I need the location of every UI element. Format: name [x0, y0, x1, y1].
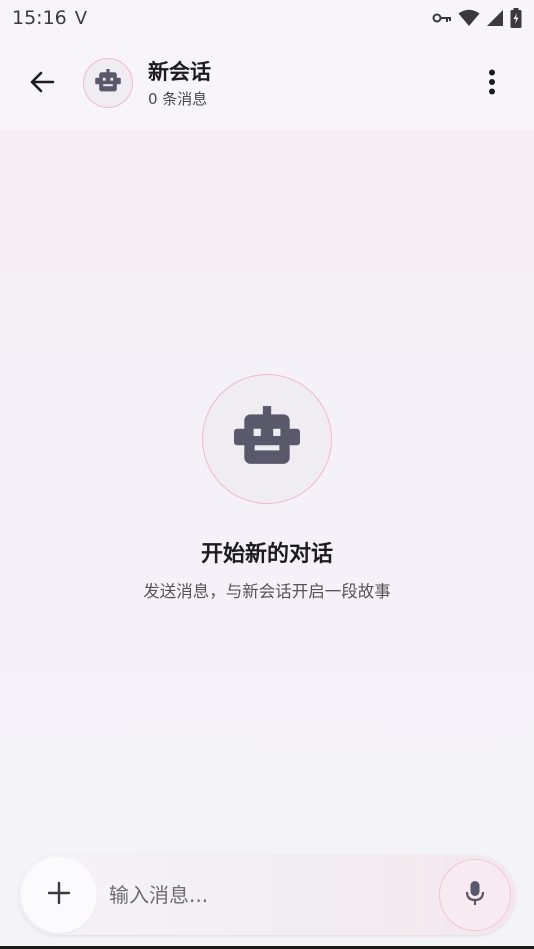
status-left: 15:16 V [12, 7, 87, 29]
battery-charging-icon [510, 8, 522, 28]
empty-state-subtitle: 发送消息，与新会话开启一段故事 [143, 582, 391, 601]
wifi-icon [458, 9, 480, 27]
status-bar: 15:16 V [0, 0, 534, 36]
message-input[interactable] [109, 875, 429, 915]
vpn-key-icon [432, 12, 452, 24]
empty-state-title: 开始新的对话 [200, 542, 333, 567]
plus-icon [47, 881, 71, 909]
avatar[interactable] [83, 58, 133, 108]
arrow-left-icon [29, 70, 55, 98]
back-button[interactable] [20, 64, 64, 104]
status-time: 15:16 [12, 7, 67, 29]
header-text: 新会话 0 条消息 [148, 58, 211, 109]
robot-icon [234, 406, 300, 472]
robot-icon [95, 69, 121, 97]
page-title: 新会话 [148, 60, 211, 84]
message-count: 0 条消息 [148, 90, 208, 108]
empty-state-avatar [202, 374, 332, 504]
app-header: 新会话 0 条消息 [0, 36, 534, 130]
chat-content: 开始新的对话 发送消息，与新会话开启一段故事 [0, 130, 534, 949]
status-icons [432, 8, 522, 28]
message-composer [19, 855, 515, 935]
microphone-icon [465, 880, 485, 910]
more-menu-button[interactable] [472, 64, 512, 104]
microphone-button[interactable] [439, 859, 511, 931]
add-button[interactable] [21, 857, 97, 933]
carrier-icon: V [74, 7, 88, 29]
more-vertical-icon [488, 69, 496, 99]
signal-icon [486, 9, 504, 27]
